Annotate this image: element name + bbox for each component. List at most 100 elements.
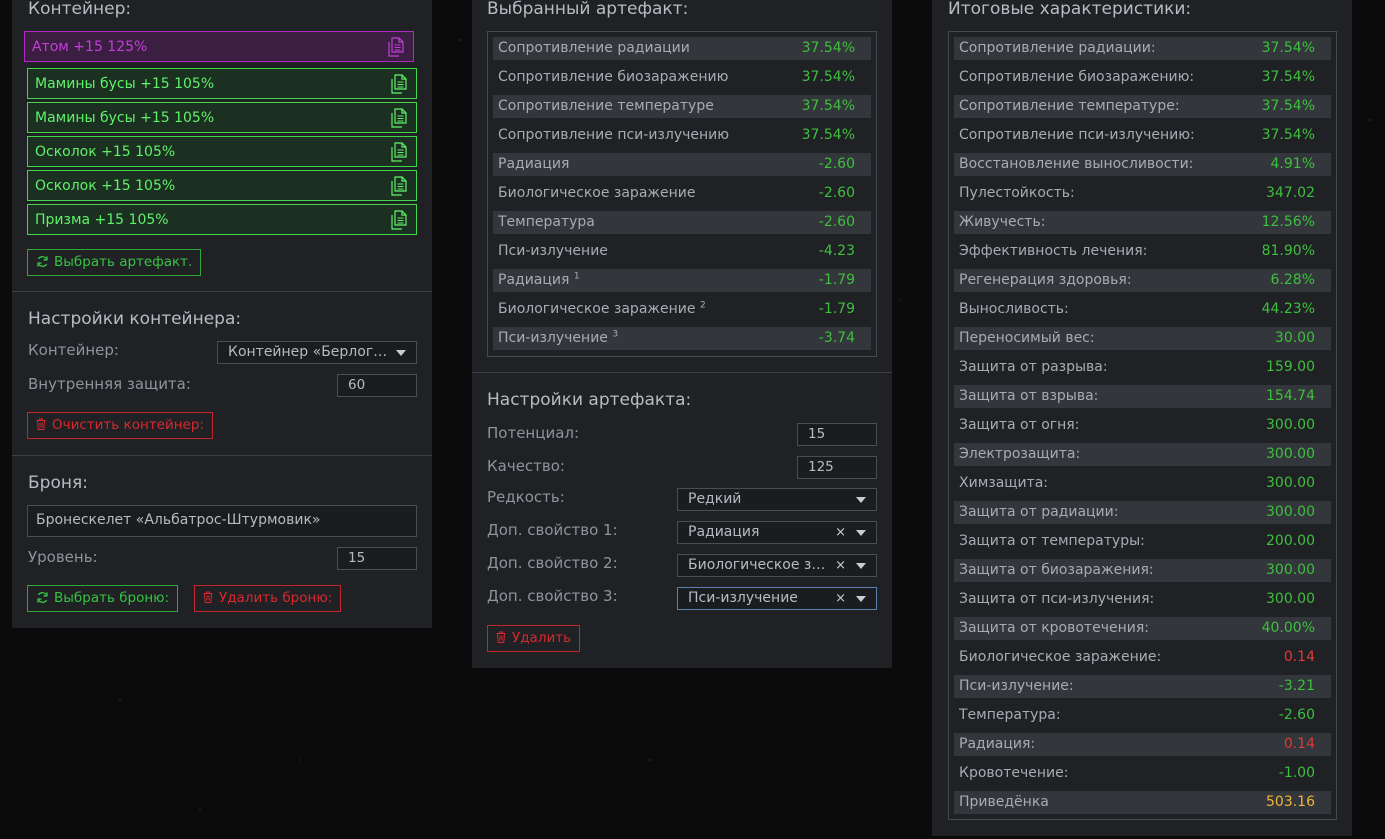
total-stat-name: Защита от огня:: [959, 417, 1080, 433]
stat-name: Сопротивление пси-излучению: [498, 127, 730, 143]
artifact-label: Осколок +15 105%: [35, 178, 176, 194]
artifact-label: Осколок +15 105%: [35, 144, 176, 160]
stat-name: Сопротивление температуре: [498, 98, 714, 114]
divider: [472, 372, 892, 373]
clear-icon[interactable]: ×: [835, 524, 846, 541]
artifact-item[interactable]: Осколок +15 105%: [27, 136, 417, 167]
clear-icon[interactable]: ×: [835, 590, 846, 607]
total-stat-value: 0.14: [1283, 649, 1315, 665]
caret-down-icon: [856, 563, 866, 569]
extra3-select[interactable]: Пси-излучение ×: [677, 587, 877, 610]
caret-down-icon: [856, 530, 866, 536]
total-stat-name: Сопротивление пси-излучению:: [959, 127, 1195, 143]
selected-artifact-panel: Выбранный артефакт: Сопротивление радиац…: [472, 0, 892, 668]
total-stat-value: 30.00: [1274, 330, 1315, 346]
choose-armor-button[interactable]: Выбрать броню:: [27, 585, 179, 612]
armor-name-field[interactable]: Бронескелет «Альбатрос-Штурмовик»: [27, 505, 417, 537]
divider: [12, 455, 432, 456]
copy-icon[interactable]: [390, 210, 408, 230]
total-stat-name: Сопротивление биозаражению:: [959, 69, 1195, 85]
container-settings-title: Настройки контейнера:: [28, 309, 242, 329]
total-stat-name: Кровотечение:: [959, 765, 1069, 781]
artifact-item[interactable]: Мамины бусы +15 105%: [27, 68, 417, 99]
extra1-select[interactable]: Радиация ×: [677, 521, 877, 544]
total-stat-row: Живучесть: 12.56%: [954, 211, 1331, 234]
total-stat-name: Защита от пси-излучения:: [959, 591, 1155, 607]
choose-artifact-button[interactable]: Выбрать артефакт.: [27, 249, 202, 276]
choose-artifact-label: Выбрать артефакт.: [54, 254, 193, 270]
total-stat-value: 300.00: [1266, 446, 1315, 462]
stat-value: 37.54%: [801, 127, 855, 143]
total-stat-row: Пулестойкость: 347.02: [954, 182, 1331, 205]
totals-panel: Итоговые характеристики: Сопротивление р…: [932, 0, 1352, 836]
rarity-select[interactable]: Редкий: [677, 488, 877, 511]
stat-row: Биологическое заражение 2 -1.79: [493, 298, 871, 321]
artifact-label: Призма +15 105%: [35, 212, 169, 228]
stat-name: Пси-излучение: [498, 243, 608, 259]
armor-level-input[interactable]: 15: [337, 547, 417, 570]
artifact-item[interactable]: Мамины бусы +15 105%: [27, 102, 417, 133]
total-stat-name: Переносимый вес:: [959, 330, 1095, 346]
total-stat-value: 37.54%: [1261, 69, 1315, 85]
total-stat-row: Защита от огня: 300.00: [954, 414, 1331, 437]
total-stat-value: 0.14: [1283, 736, 1315, 752]
total-stat-name: Электрозащита:: [959, 446, 1081, 462]
artifact-item[interactable]: Призма +15 105%: [27, 204, 417, 235]
clear-container-button[interactable]: Очистить контейнер:: [27, 412, 213, 439]
copy-icon[interactable]: [387, 37, 405, 57]
total-stat-row: Защита от пси-излучения: 300.00: [954, 588, 1331, 611]
artifact-item[interactable]: Осколок +15 105%: [27, 170, 417, 201]
total-stat-row: Температура: -2.60: [954, 704, 1331, 727]
stat-footnote: 1: [573, 271, 580, 282]
total-stat-name: Защита от биозаражения:: [959, 562, 1154, 578]
clear-container-label: Очистить контейнер:: [52, 417, 204, 433]
total-stat-row: Защита от взрыва: 154.74: [954, 385, 1331, 408]
total-stat-name: Радиация:: [959, 736, 1036, 752]
armor-level-label: Уровень:: [28, 548, 98, 566]
inner-protection-input[interactable]: 60: [337, 374, 417, 397]
selected-artifact-title: Выбранный артефакт:: [487, 0, 689, 19]
total-stat-value: 4.91%: [1270, 156, 1315, 172]
delete-artifact-label: Удалить: [512, 630, 572, 646]
delete-armor-button[interactable]: Удалить броню:: [194, 585, 342, 612]
container-select[interactable]: Контейнер «Берлога...: [217, 341, 417, 364]
stat-value: -1.79: [818, 272, 855, 288]
potential-input[interactable]: 15: [797, 423, 877, 446]
container-title: Контейнер:: [28, 0, 132, 19]
total-stat-row: Защита от биозаражения: 300.00: [954, 559, 1331, 582]
total-stat-value: 200.00: [1266, 533, 1315, 549]
total-stat-row: Защита от радиации: 300.00: [954, 501, 1331, 524]
stat-row: Сопротивление температуре 37.54%: [493, 95, 871, 118]
caret-down-icon: [856, 497, 866, 503]
copy-icon[interactable]: [390, 142, 408, 162]
artifact-label: Мамины бусы +15 105%: [35, 110, 215, 126]
artifact-item[interactable]: Атом +15 125%: [24, 31, 414, 62]
choose-armor-label: Выбрать броню:: [54, 590, 170, 606]
delete-artifact-button[interactable]: Удалить: [487, 625, 581, 652]
total-stat-value: 37.54%: [1261, 127, 1315, 143]
total-stat-row: Биологическое заражение: 0.14: [954, 646, 1331, 669]
stat-value: -2.60: [818, 214, 855, 230]
extra2-label: Доп. свойство 2:: [487, 554, 618, 572]
quality-label: Качество:: [487, 457, 565, 475]
clear-icon[interactable]: ×: [835, 557, 846, 574]
copy-icon[interactable]: [390, 176, 408, 196]
inner-protection-label: Внутренняя защита:: [28, 375, 191, 393]
totals-stats: Сопротивление радиации: 37.54% Сопротивлен…: [948, 31, 1337, 820]
potential-label: Потенциал:: [487, 424, 580, 442]
total-stat-name: Сопротивление температуре:: [959, 98, 1180, 114]
copy-icon[interactable]: [390, 74, 408, 94]
quality-input[interactable]: 125: [797, 456, 877, 479]
artifact-settings-title: Настройки артефакта:: [487, 390, 692, 410]
total-stat-name: Химзащита:: [959, 475, 1049, 491]
copy-icon[interactable]: [390, 108, 408, 128]
total-stat-row: Восстановление выносливости: 4.91%: [954, 153, 1331, 176]
total-stat-name: Пси-излучение:: [959, 678, 1074, 694]
total-stat-name: Биологическое заражение:: [959, 649, 1162, 665]
extra2-select[interactable]: Биологическое за... ×: [677, 554, 877, 577]
totals-title: Итоговые характеристики:: [948, 0, 1192, 19]
refresh-icon: [37, 256, 48, 267]
rarity-label: Редкость:: [487, 488, 565, 506]
total-stat-value: 37.54%: [1261, 98, 1315, 114]
total-stat-name: Эффективность лечения:: [959, 243, 1148, 259]
